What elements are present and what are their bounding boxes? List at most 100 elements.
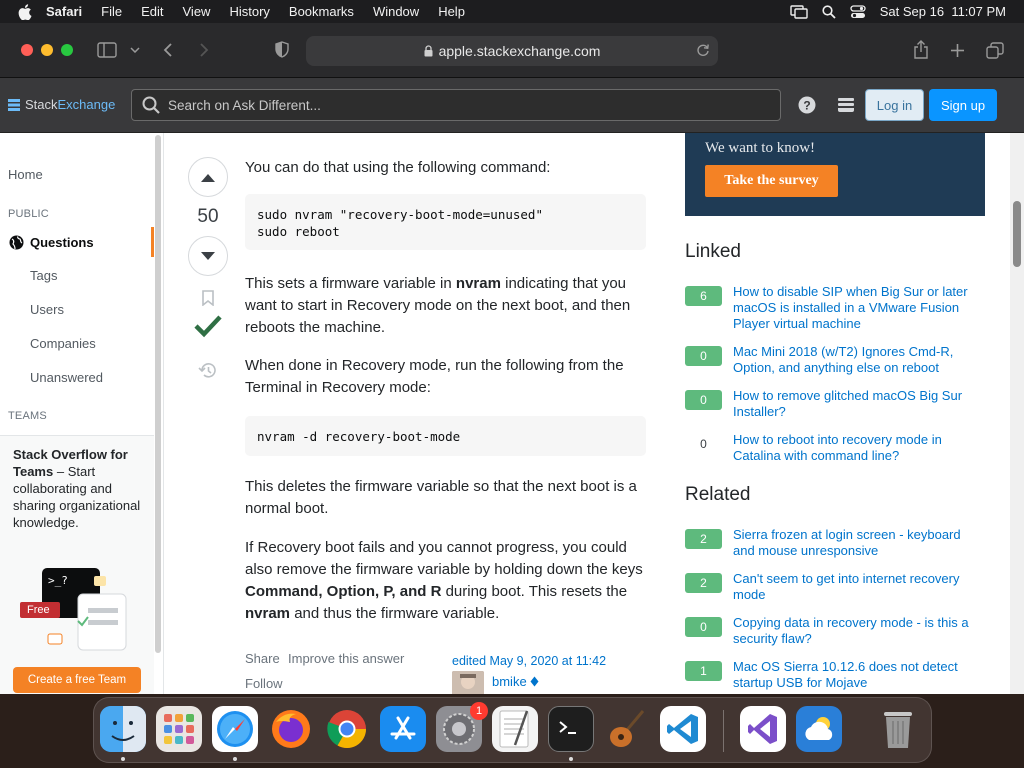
editor-name-link[interactable]: bmike	[492, 674, 539, 689]
minimize-window-button[interactable]	[41, 44, 53, 56]
related-title-link[interactable]: Sierra frozen at login screen - keyboard…	[733, 527, 985, 559]
tab-overview-icon[interactable]	[986, 42, 1004, 59]
search-input[interactable]	[168, 97, 728, 113]
menu-clock[interactable]: Sat Sep 16 11:07 PM	[880, 4, 1006, 19]
menu-window[interactable]: Window	[373, 4, 419, 19]
linked-title-link[interactable]: How to remove glitched macOS Big Sur Ins…	[733, 388, 985, 420]
nav-home[interactable]: Home	[8, 167, 43, 182]
running-indicator	[121, 757, 125, 761]
dock-weather[interactable]	[796, 706, 842, 752]
help-icon[interactable]: ?	[798, 96, 816, 114]
nav-users[interactable]: Users	[30, 302, 64, 317]
edited-timestamp-link[interactable]: edited May 9, 2020 at 11:42	[452, 654, 606, 668]
app-store-icon	[390, 716, 416, 740]
share-link[interactable]: Share	[245, 651, 280, 666]
back-icon[interactable]	[163, 43, 173, 57]
browser-toolbar: apple.stackexchange.com	[0, 23, 1024, 78]
nav-unanswered[interactable]: Unanswered	[30, 370, 103, 385]
menu-app-name[interactable]: Safari	[46, 4, 82, 19]
related-score-badge: 0	[685, 617, 722, 637]
related-title-link[interactable]: Can't seem to get into internet recovery…	[733, 571, 985, 603]
left-sidebar: Home PUBLIC Questions Tags Users Compani…	[0, 133, 164, 694]
login-button[interactable]: Log in	[865, 89, 924, 121]
reload-icon[interactable]	[696, 43, 710, 57]
linked-title-link[interactable]: How to reboot into recovery mode in Cata…	[733, 432, 985, 464]
follow-link[interactable]: Follow	[245, 676, 283, 691]
menu-edit[interactable]: Edit	[141, 4, 163, 19]
dock-safari[interactable]	[212, 706, 258, 752]
screen-mirroring-icon[interactable]	[790, 4, 808, 19]
signup-button[interactable]: Sign up	[929, 89, 997, 121]
page-scrollbar-thumb[interactable]	[1013, 201, 1021, 267]
answer-paragraph-2: This sets a firmware variable in nvram i…	[245, 273, 649, 339]
privacy-shield-icon[interactable]	[275, 41, 289, 58]
menu-bookmarks[interactable]: Bookmarks	[289, 4, 354, 19]
address-bar[interactable]: apple.stackexchange.com	[306, 36, 718, 66]
menu-file[interactable]: File	[101, 4, 122, 19]
new-tab-icon[interactable]	[950, 43, 965, 58]
avatar[interactable]	[452, 671, 484, 694]
improve-answer-link[interactable]: Improve this answer	[288, 651, 404, 666]
dock-vscode[interactable]	[660, 706, 706, 752]
related-score-badge: 2	[685, 529, 722, 549]
chrome-icon	[327, 710, 367, 749]
nav-questions[interactable]: Questions	[0, 227, 154, 257]
share-icon[interactable]	[913, 40, 929, 59]
linked-heading: Linked	[685, 241, 741, 262]
zoom-window-button[interactable]	[61, 44, 73, 56]
nav-companies[interactable]: Companies	[30, 336, 96, 351]
dock: 1	[93, 697, 932, 763]
apple-menu-icon[interactable]	[18, 3, 32, 20]
dock-launchpad[interactable]	[156, 706, 202, 752]
chevron-down-icon[interactable]	[130, 47, 140, 53]
code-block-2: nvram -d recovery-boot-mode	[245, 416, 646, 456]
downvote-button[interactable]	[188, 236, 228, 276]
menu-help[interactable]: Help	[438, 4, 465, 19]
vscode-icon	[667, 714, 698, 744]
upvote-button[interactable]	[188, 157, 228, 197]
bookmark-icon[interactable]	[201, 290, 215, 306]
sidebar-toggle-icon[interactable]	[97, 42, 117, 58]
create-team-button[interactable]: Create a free Team	[13, 667, 141, 693]
menu-view[interactable]: View	[183, 4, 211, 19]
nav-tags[interactable]: Tags	[30, 268, 57, 283]
related-title-link[interactable]: Copying data in recovery mode - is this …	[733, 615, 985, 647]
dock-garageband[interactable]	[604, 706, 650, 752]
guitar-icon	[610, 710, 645, 747]
dock-app-store[interactable]	[380, 706, 426, 752]
close-window-button[interactable]	[21, 44, 33, 56]
dock-terminal[interactable]	[548, 706, 594, 752]
answer-paragraph-1: You can do that using the following comm…	[245, 159, 551, 176]
forward-icon[interactable]	[199, 43, 209, 57]
history-icon[interactable]	[198, 362, 217, 379]
stackexchange-logo[interactable]: Stack Exchange	[8, 97, 115, 112]
linked-title-link[interactable]: How to disable SIP when Big Sur or later…	[733, 284, 985, 332]
dock-system-settings[interactable]: 1	[436, 702, 488, 752]
dock-textedit[interactable]	[492, 706, 538, 752]
dock-chrome[interactable]	[324, 706, 370, 752]
nav-questions-label: Questions	[30, 234, 94, 250]
free-badge: Free	[27, 604, 50, 616]
related-title-link[interactable]: Mac OS Sierra 10.12.6 does not detect st…	[733, 659, 985, 691]
svg-text:?: ?	[803, 99, 810, 113]
related-score-badge: 1	[685, 661, 722, 681]
dock-finder[interactable]	[100, 706, 146, 752]
sidebar-scrollbar[interactable]	[155, 135, 161, 653]
weather-icon	[805, 717, 833, 740]
web-page: StackExchange ? Log in Sign up Home PUBL…	[0, 78, 1024, 694]
take-survey-button[interactable]: Take the survey	[705, 165, 838, 197]
search-box[interactable]	[131, 89, 781, 121]
menu-history[interactable]: History	[229, 4, 269, 19]
site-switcher-icon[interactable]	[837, 97, 855, 113]
page-scrollbar[interactable]	[1010, 133, 1024, 694]
dock-visual-studio[interactable]	[740, 706, 786, 752]
dock-trash[interactable]	[875, 706, 921, 752]
spotlight-search-icon[interactable]	[822, 4, 836, 19]
visual-studio-icon	[748, 714, 777, 744]
control-center-icon[interactable]	[850, 4, 866, 19]
nav-section-teams: TEAMS	[8, 410, 47, 422]
running-indicator	[569, 757, 573, 761]
dock-firefox[interactable]	[268, 706, 314, 752]
linked-title-link[interactable]: Mac Mini 2018 (w/T2) Ignores Cmd-R, Opti…	[733, 344, 985, 376]
p5-text-a: If Recovery boot fails and you cannot pr…	[245, 539, 643, 578]
